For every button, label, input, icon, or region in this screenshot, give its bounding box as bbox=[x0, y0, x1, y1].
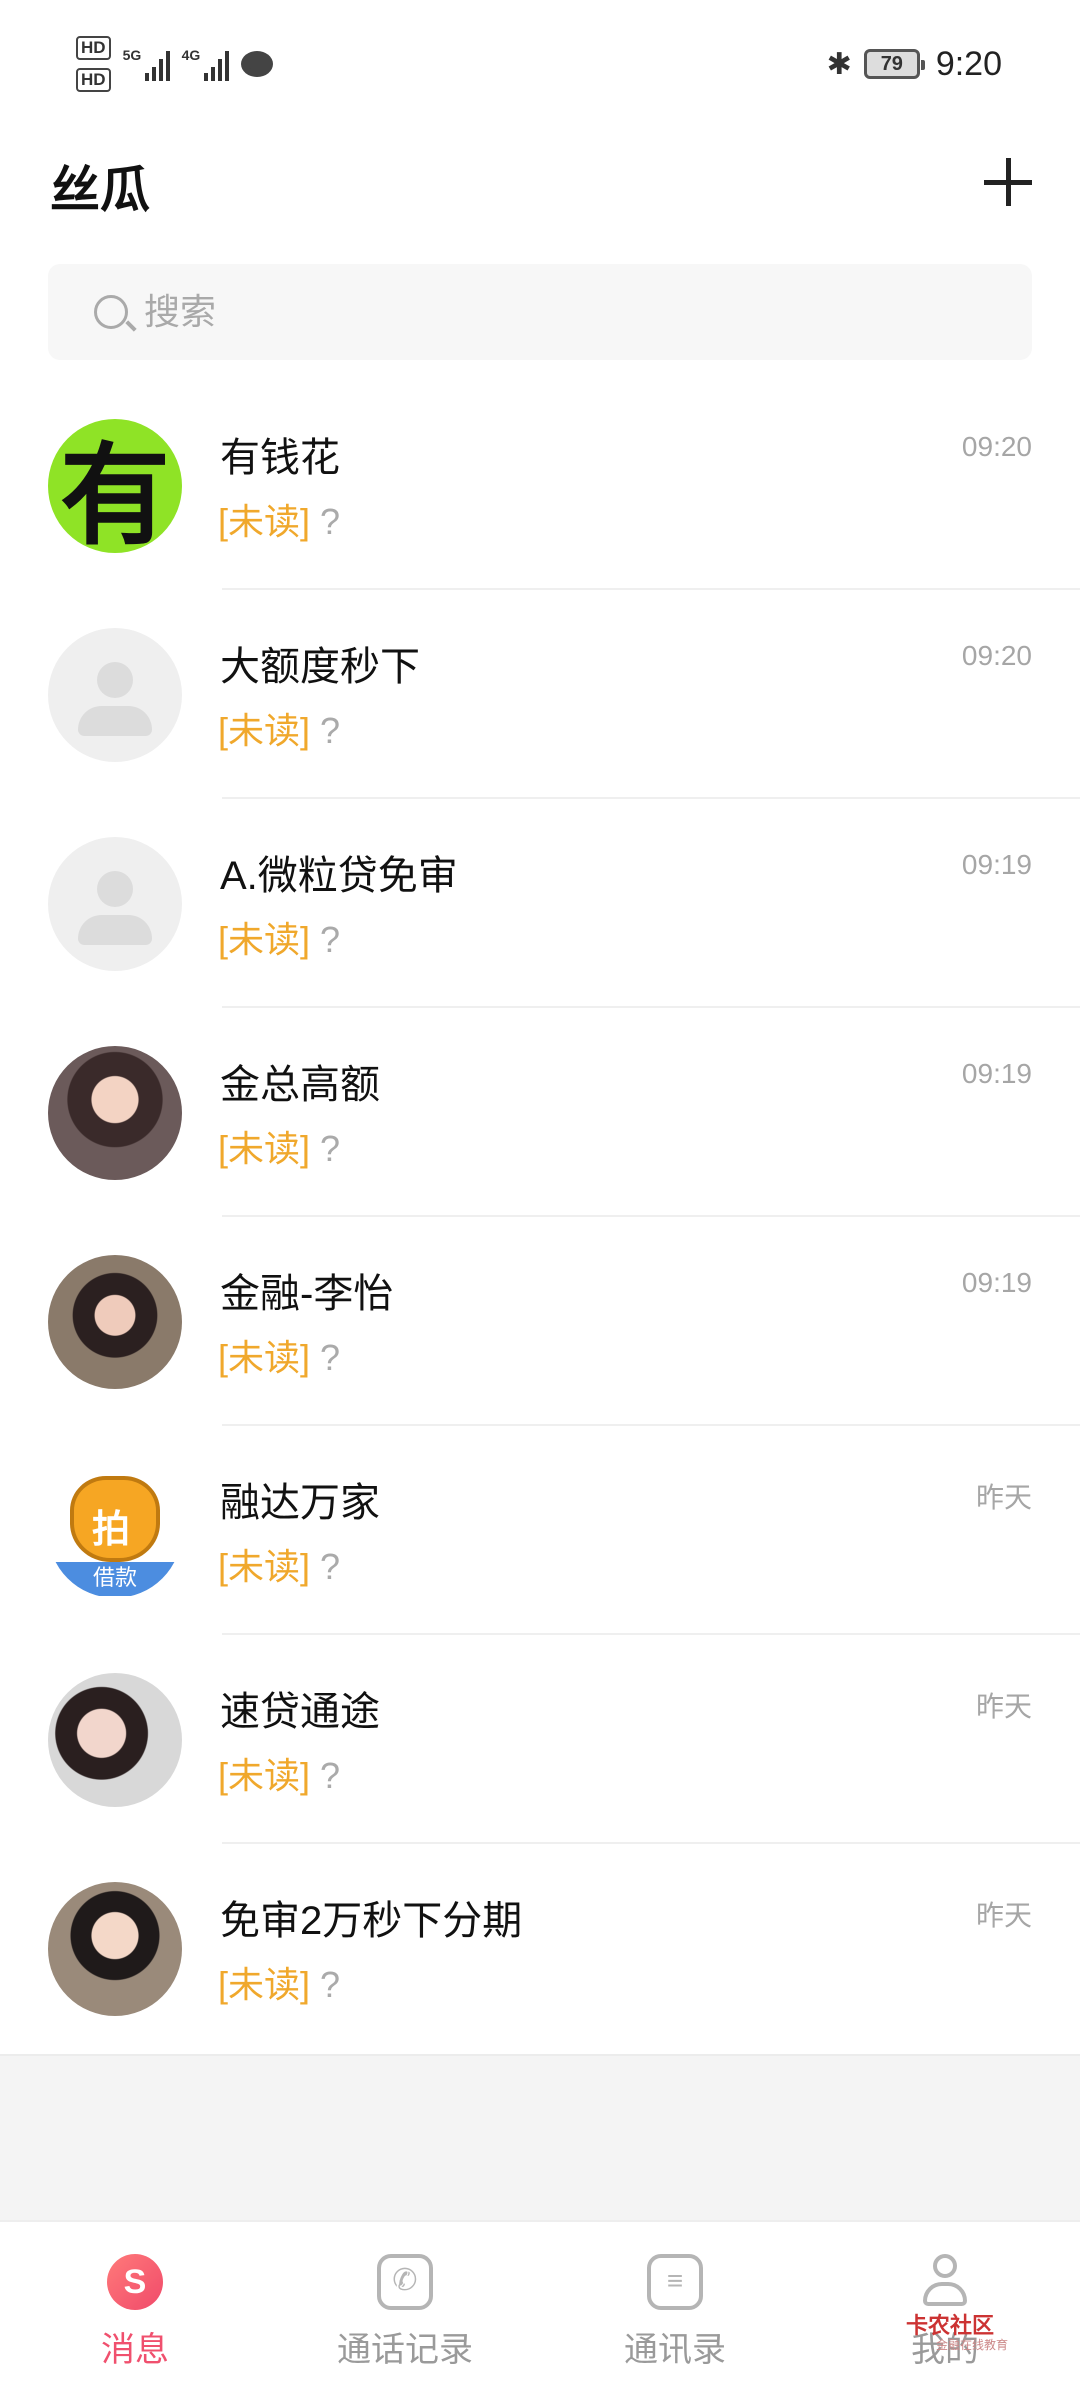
tab-messages[interactable]: S 消息 bbox=[0, 2222, 270, 2388]
contact-name: A.微粒贷免审 bbox=[220, 854, 458, 898]
contact-name: 有钱花 bbox=[220, 436, 340, 480]
preview-text: ? bbox=[320, 501, 341, 542]
contact-name: 金融-李怡 bbox=[220, 1272, 394, 1316]
tab-label: 通话记录 bbox=[337, 2331, 473, 2369]
bottom-nav: S 消息 ✆ 通话记录 ≡ 通讯录 我的 bbox=[0, 2220, 1080, 2388]
avatar bbox=[48, 1673, 182, 1807]
status-time: 9:20 bbox=[935, 44, 1002, 83]
notification-message-icon bbox=[240, 51, 273, 77]
message-time: 09:19 bbox=[961, 849, 1032, 880]
bluetooth-icon: ✱ bbox=[826, 47, 852, 81]
unread-tag: [未读] bbox=[218, 1128, 311, 1169]
unread-tag: [未读] bbox=[218, 1964, 311, 2005]
status-left: HD HD 5G 4G bbox=[76, 34, 273, 94]
default-avatar-icon bbox=[48, 837, 182, 971]
status-bar: HD HD 5G 4G ✱ 79 9:20 bbox=[0, 0, 1080, 120]
conversation-row[interactable]: 金总高额 09:19 [未读]? bbox=[0, 1008, 1080, 1217]
message-preview: [未读]? bbox=[218, 1747, 340, 1799]
preview-text: ? bbox=[320, 1128, 341, 1169]
money-bag-avatar-icon: 拍 借款 bbox=[48, 1464, 182, 1598]
conversation-row[interactable]: 金融-李怡 09:19 [未读]? bbox=[0, 1217, 1080, 1426]
conversation-row[interactable]: 有 有钱花 09:20 [未读]? bbox=[0, 381, 1080, 590]
signal-4g-icon: 4G bbox=[182, 47, 229, 81]
default-avatar-icon bbox=[48, 628, 182, 762]
avatar bbox=[48, 1882, 182, 2016]
message-time: 09:19 bbox=[961, 1267, 1032, 1298]
plus-icon[interactable] bbox=[984, 158, 1032, 206]
message-icon: S bbox=[107, 2254, 163, 2310]
hd-indicators: HD HD bbox=[76, 36, 111, 92]
tab-me[interactable]: 我的 bbox=[810, 2222, 1080, 2388]
preview-text: ? bbox=[320, 919, 341, 960]
contact-name: 大额度秒下 bbox=[220, 645, 420, 689]
message-time: 09:20 bbox=[961, 431, 1032, 462]
avatar: 有 bbox=[48, 419, 182, 553]
net-label-4g: 4G bbox=[181, 47, 201, 63]
conversation-row[interactable]: 免审2万秒下分期 昨天 [未读]? bbox=[0, 1844, 1080, 2053]
search-input[interactable] bbox=[144, 291, 944, 333]
tab-label: 通讯录 bbox=[624, 2331, 726, 2369]
search-icon bbox=[94, 295, 128, 329]
message-time: 09:19 bbox=[961, 1058, 1032, 1089]
preview-text: ? bbox=[320, 1755, 341, 1796]
unread-tag: [未读] bbox=[218, 710, 311, 751]
message-time: 昨天 bbox=[975, 1900, 1032, 1931]
avatar bbox=[48, 1046, 182, 1180]
tab-contacts[interactable]: ≡ 通讯录 bbox=[540, 2222, 810, 2388]
unread-tag: [未读] bbox=[218, 501, 311, 542]
preview-text: ? bbox=[320, 1337, 341, 1378]
message-preview: [未读]? bbox=[218, 1120, 340, 1172]
tab-call-log[interactable]: ✆ 通话记录 bbox=[270, 2222, 540, 2388]
conversation-row[interactable]: 拍 借款 融达万家 昨天 [未读]? bbox=[0, 1426, 1080, 1635]
contacts-icon: ≡ bbox=[647, 2254, 703, 2310]
contact-name: 融达万家 bbox=[220, 1481, 380, 1525]
page-title: 丝瓜 bbox=[50, 162, 150, 218]
hd-badge-2: HD bbox=[76, 68, 111, 92]
contact-name: 速贷通途 bbox=[220, 1690, 380, 1734]
message-time: 昨天 bbox=[975, 1482, 1032, 1513]
message-preview: [未读]? bbox=[218, 1329, 340, 1381]
conversation-row[interactable]: 大额度秒下 09:20 [未读]? bbox=[0, 590, 1080, 799]
battery-icon: 79 bbox=[863, 49, 925, 79]
message-preview: [未读]? bbox=[218, 911, 340, 963]
message-time: 09:20 bbox=[961, 640, 1032, 671]
message-preview: [未读]? bbox=[218, 702, 340, 754]
conversation-row[interactable]: A.微粒贷免审 09:19 [未读]? bbox=[0, 799, 1080, 1008]
message-preview: [未读]? bbox=[218, 1538, 340, 1590]
signal-5g-icon: 5G bbox=[123, 47, 170, 81]
contact-name: 免审2万秒下分期 bbox=[220, 1899, 523, 1943]
avatar-top-text: 拍 bbox=[92, 1509, 131, 1551]
profile-icon bbox=[917, 2254, 973, 2310]
hd-badge-1: HD bbox=[76, 36, 111, 60]
empty-area bbox=[0, 2054, 1080, 2220]
message-preview: [未读]? bbox=[218, 493, 340, 545]
preview-text: ? bbox=[320, 710, 341, 751]
unread-tag: [未读] bbox=[218, 919, 311, 960]
avatar bbox=[48, 1255, 182, 1389]
call-log-icon: ✆ bbox=[377, 2254, 433, 2310]
unread-tag: [未读] bbox=[218, 1546, 311, 1587]
preview-text: ? bbox=[320, 1546, 341, 1587]
tab-label: 消息 bbox=[101, 2331, 169, 2369]
conversation-row[interactable]: 速贷通途 昨天 [未读]? bbox=[0, 1635, 1080, 1844]
conversation-list: 有 有钱花 09:20 [未读]? 大额度秒下 09:20 [未读]? A.微粒… bbox=[0, 381, 1080, 2053]
preview-text: ? bbox=[320, 1964, 341, 2005]
unread-tag: [未读] bbox=[218, 1755, 311, 1796]
message-preview: [未读]? bbox=[218, 1956, 340, 2008]
status-right: ✱ 79 9:20 bbox=[827, 38, 1002, 90]
watermark-subtext: 金融在线教育 bbox=[936, 2338, 1009, 2352]
contact-name: 金总高额 bbox=[220, 1063, 380, 1107]
search-bar[interactable] bbox=[48, 264, 1032, 360]
net-label-5g: 5G bbox=[122, 47, 142, 63]
unread-tag: [未读] bbox=[218, 1337, 311, 1378]
message-time: 昨天 bbox=[975, 1691, 1032, 1722]
avatar-band-text: 借款 bbox=[54, 1562, 176, 1596]
